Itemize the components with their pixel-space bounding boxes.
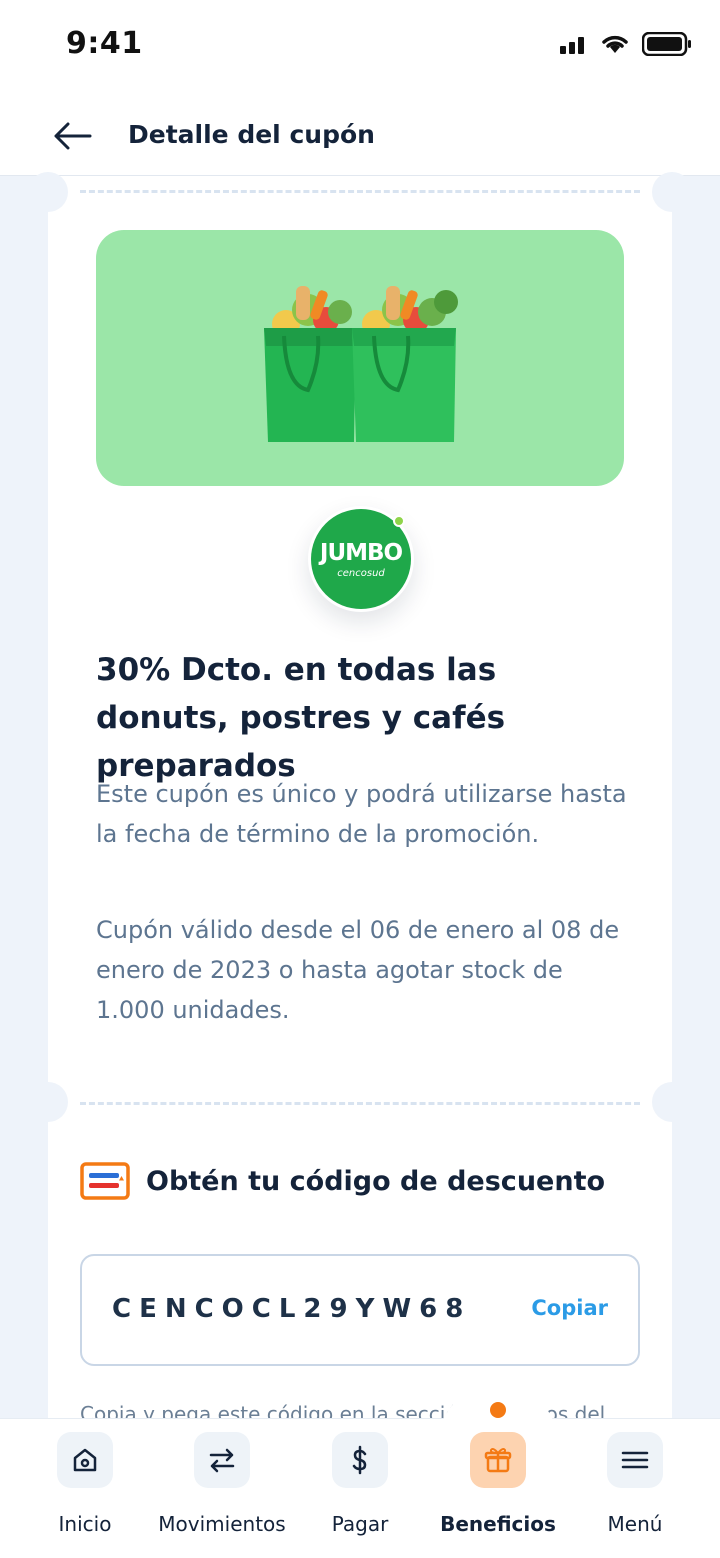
- code-section-heading: Obtén tu código de descuento: [80, 1162, 605, 1200]
- ticket-notch: [28, 172, 68, 212]
- coupon-description: Este cupón es único y podrá utilizarse h…: [96, 780, 627, 848]
- status-time: 9:41: [66, 26, 143, 61]
- dollar-icon: [352, 1445, 367, 1475]
- ticket-notch: [28, 1082, 68, 1122]
- arrow-left-icon: [54, 122, 92, 150]
- status-icons: [560, 32, 692, 56]
- app-header: Detalle del cupón: [0, 96, 720, 176]
- nav-item-inicio[interactable]: Inicio: [15, 1432, 155, 1536]
- nav-label-beneficios: Beneficios: [440, 1512, 556, 1536]
- nav-item-beneficios[interactable]: Beneficios: [428, 1432, 568, 1536]
- ticket-notch: [652, 1082, 692, 1122]
- nav-icon-container: [607, 1432, 663, 1488]
- hamburger-menu-icon: [621, 1451, 649, 1469]
- wifi-icon: [602, 35, 628, 53]
- status-bar: 9:41: [0, 0, 720, 96]
- page-title: Detalle del cupón: [128, 120, 375, 149]
- cellular-signal-icon: [560, 37, 584, 54]
- ticket-divider: [80, 190, 640, 193]
- card-icon: [80, 1162, 130, 1200]
- nav-label-movimientos: Movimientos: [158, 1512, 286, 1536]
- coupon-validity: Cupón válido desde el 06 de enero al 08 …: [96, 916, 620, 1024]
- battery-icon: [642, 32, 691, 56]
- nav-icon-container-active: [470, 1432, 526, 1488]
- code-heading-text: Obtén tu código de descuento: [146, 1165, 606, 1197]
- gift-icon: [484, 1448, 512, 1473]
- nav-active-indicator: [490, 1402, 506, 1418]
- brand-logo: JUMBO cencosud: [308, 506, 414, 612]
- grocery-bags-illustration: [264, 286, 458, 442]
- coupon-hero-image: [96, 230, 624, 486]
- coupon-card: JUMBO cencosud 30% Dcto. en todas las do…: [28, 172, 692, 1426]
- discount-code[interactable]: CENCOCL29YW68: [112, 1294, 471, 1324]
- brand-sub: cencosud: [337, 567, 385, 579]
- nav-item-pagar[interactable]: Pagar: [290, 1432, 430, 1536]
- ticket-divider: [80, 1102, 640, 1105]
- nav-label-menu: Menú: [607, 1512, 663, 1536]
- jumbo-logo: JUMBO cencosud: [311, 509, 411, 609]
- nav-icon-container: [57, 1432, 113, 1488]
- nav-label-inicio: Inicio: [58, 1512, 112, 1536]
- brand-name: JUMBO: [319, 539, 403, 566]
- coupon-title: 30% Dcto. en todas las donuts, postres y…: [96, 652, 506, 784]
- back-button[interactable]: [48, 116, 96, 156]
- nav-label-pagar: Pagar: [331, 1512, 389, 1536]
- brand-dot: [393, 515, 405, 527]
- nav-icon-container: [332, 1432, 388, 1488]
- nav-icon-container: [194, 1432, 250, 1488]
- nav-item-menu[interactable]: Menú: [565, 1432, 705, 1536]
- nav-item-movimientos[interactable]: Movimientos: [152, 1432, 292, 1536]
- copy-button[interactable]: Copiar: [531, 1296, 608, 1320]
- transfer-arrows-icon: [209, 1448, 235, 1473]
- home-icon: [73, 1448, 97, 1472]
- discount-code-box: CENCOCL29YW68 Copiar: [80, 1254, 640, 1366]
- ticket-notch: [652, 172, 692, 212]
